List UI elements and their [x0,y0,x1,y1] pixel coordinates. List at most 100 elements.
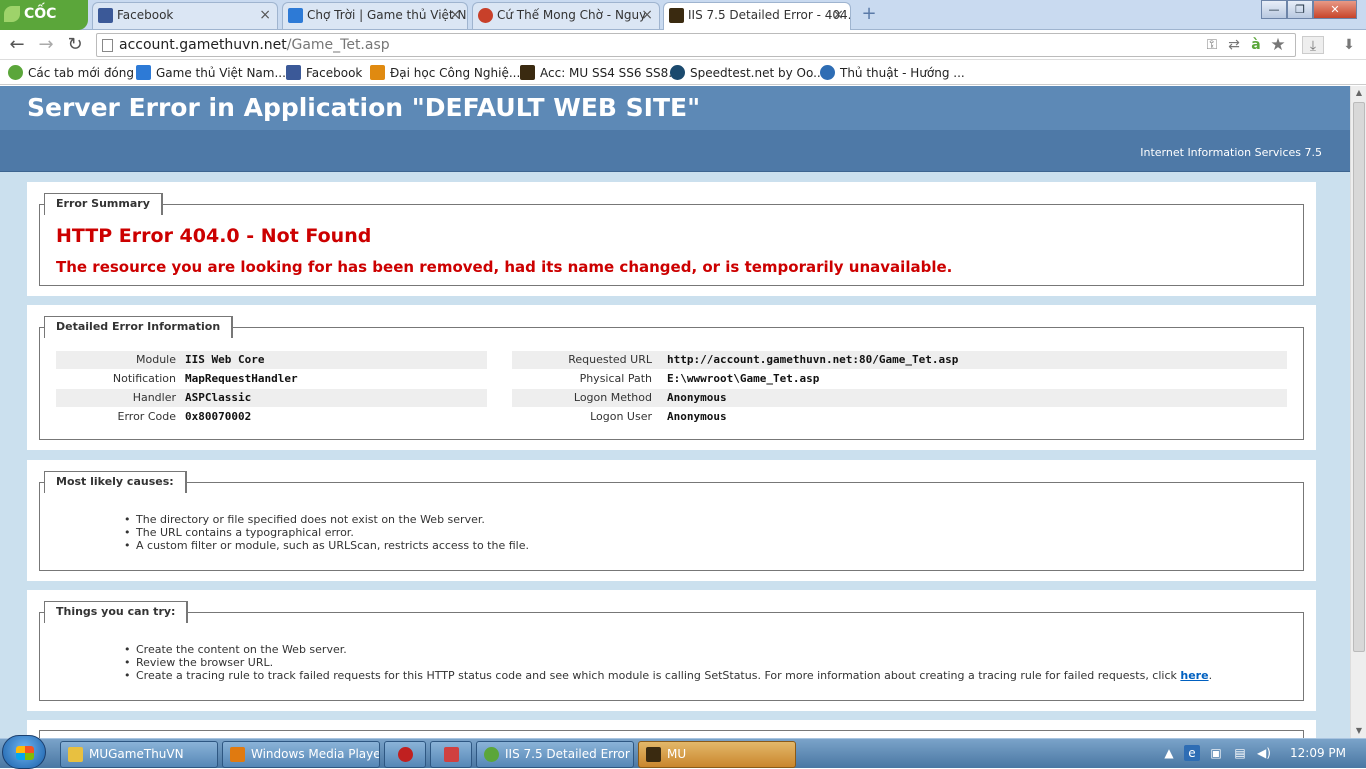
page-icon [102,39,113,52]
cococ-icon [484,747,499,762]
app-icon [398,747,413,762]
forward-button[interactable]: → [35,34,57,56]
detail-row: Logon User Anonymous [512,408,1287,426]
scroll-down-icon[interactable]: ▼ [1351,724,1366,738]
causes-list: The directory or file specified does not… [124,513,529,552]
page-viewport: Server Error in Application "DEFAULT WEB… [0,86,1350,738]
error-message: The resource you are looking for has bee… [56,258,953,276]
close-window-button[interactable]: ✕ [1313,0,1357,19]
volume-icon[interactable]: ◀) [1256,745,1272,761]
app-icon [444,747,459,762]
detail-row: Handler ASPClassic [56,389,487,407]
download-icon[interactable]: ⤓ [1302,36,1324,54]
history-icon [8,65,23,80]
bookmark-label: Facebook [306,66,363,80]
taskbar-item-browser[interactable]: IIS 7.5 Detailed Error ... [476,741,634,768]
taskbar-item-app[interactable] [430,741,472,768]
tracing-help-link[interactable]: here [1180,669,1208,682]
minimize-button[interactable]: — [1261,0,1287,19]
bookmark-gamethuvn[interactable]: Game thủ Việt Nam... [136,64,286,82]
tab-title: Chợ Trời | Game thủ Việt N [307,8,467,22]
causes-box: Most likely causes: The directory or fil… [39,471,1304,571]
back-button[interactable]: ← [6,34,28,56]
causes-legend: Most likely causes: [44,471,186,493]
tab-title: Cứ Thế Mong Chờ - Nguy [497,8,647,22]
close-tab-icon[interactable]: × [449,3,461,28]
detail-row: Notification MapRequestHandler [56,370,487,388]
list-item: Review the browser URL. [124,656,1212,669]
list-item: Create the content on the Web server. [124,643,1212,656]
detail-value: IIS Web Core [185,353,265,366]
safely-remove-icon[interactable]: ▣ [1208,745,1224,761]
reload-button[interactable]: ↻ [64,34,86,56]
tab-facebook[interactable]: Facebook × [92,2,278,29]
detail-value: http://account.gamethuvn.net:80/Game_Tet… [667,353,959,366]
show-hidden-icons[interactable]: ▲ [1161,745,1177,761]
bookmark-university[interactable]: Đại học Công Nghiệ... [370,64,520,82]
detail-value: E:\wwwroot\Game_Tet.asp [667,372,820,385]
detail-value: ASPClassic [185,391,252,404]
detail-row: Physical Path E:\wwwroot\Game_Tet.asp [512,370,1287,388]
taskbar-item-mu[interactable]: MU [638,741,796,768]
scrollbar-thumb[interactable] [1353,102,1365,652]
tab-music[interactable]: Cứ Thế Mong Chờ - Nguy × [472,2,660,29]
try-box: Things you can try: Create the content o… [39,601,1304,701]
detail-value: Anonymous [667,410,727,423]
scroll-up-icon[interactable]: ▲ [1351,86,1366,100]
browser-tab-strip: CỐC CỐC Facebook × Chợ Trời | Game thủ V… [0,0,1366,50]
detailed-error-panel: Detailed Error Information Module IIS Web… [27,305,1316,450]
taskbar-label: MU [667,747,687,761]
gamethuvn-icon [136,65,151,80]
close-tab-icon[interactable]: × [259,3,271,28]
facebook-icon [98,8,113,23]
media-player-icon [230,747,245,762]
bookmark-tips[interactable]: Thủ thuật - Hướng ... [820,64,965,82]
try-legend: Things you can try: [44,601,188,623]
list-item-suffix: . [1208,669,1213,682]
taskbar-item-app[interactable] [384,741,426,768]
bookmark-mu-acc[interactable]: Acc: MU SS4 SS6 SS8... [520,64,680,82]
new-tab-button[interactable]: + [858,5,880,23]
bookmark-recent-tabs[interactable]: Các tab mới đóng [8,64,134,82]
list-item-text: Create a tracing rule to track failed re… [136,669,1181,682]
star-icon[interactable]: ★ [1269,36,1287,54]
key-icon[interactable]: ⚿ [1203,36,1221,54]
network-icon[interactable]: ▤ [1232,745,1248,761]
taskbar-item-media-player[interactable]: Windows Media Player [222,741,380,768]
close-tab-icon[interactable]: × [832,3,844,28]
browser-logo[interactable]: CỐC CỐC [0,0,88,50]
ie-tray-icon[interactable]: e [1184,745,1200,761]
error-heading: HTTP Error 404.0 - Not Found [56,225,372,247]
bookmark-label: Speedtest.net by Oo... [690,66,825,80]
taskbar-item-folder[interactable]: MUGameThuVN [60,741,218,768]
restore-button[interactable]: ❐ [1287,0,1313,19]
detail-label: Handler [132,391,176,404]
tab-iis-error[interactable]: IIS 7.5 Detailed Error - 404.0 × [663,2,851,30]
close-tab-icon[interactable]: × [641,3,653,28]
tab-cho-troi[interactable]: Chợ Trời | Game thủ Việt N × [282,2,468,29]
detailed-error-box: Detailed Error Information Module IIS Web… [39,316,1304,440]
mu-icon [646,747,661,762]
address-bar[interactable]: account.gamethuvn.net/Game_Tet.asp [96,33,1296,57]
cococ-leaf-icon [4,6,20,22]
translate-icon[interactable]: ⇄ [1225,36,1243,54]
taskbar-label: Windows Media Player [251,747,380,761]
list-item: The URL contains a typographical error. [124,526,529,539]
bookmark-speedtest[interactable]: Speedtest.net by Oo... [670,64,825,82]
bookmark-label: Đại học Công Nghiệ... [390,66,521,80]
detail-label: Logon Method [573,391,652,404]
menu-icon[interactable]: ⬇ [1340,36,1358,54]
list-item: Create a tracing rule to track failed re… [124,669,1213,682]
detail-row: Requested URL http://account.gamethuvn.ne… [512,351,1287,369]
music-icon [478,8,493,23]
page-scrollbar[interactable]: ▲ ▼ [1350,86,1366,738]
detail-value: Anonymous [667,391,727,404]
gear-icon [820,65,835,80]
bookmark-label: Các tab mới đóng [28,66,134,80]
bookmark-facebook[interactable]: Facebook [286,64,362,82]
start-button[interactable] [2,735,46,769]
system-clock[interactable]: 12:09 PM [1290,746,1346,760]
cococ-extension-icon[interactable]: à [1247,36,1265,54]
list-item: A custom filter or module, such as URLSc… [124,539,529,552]
url-path: /Game_Tet.asp [286,37,390,53]
